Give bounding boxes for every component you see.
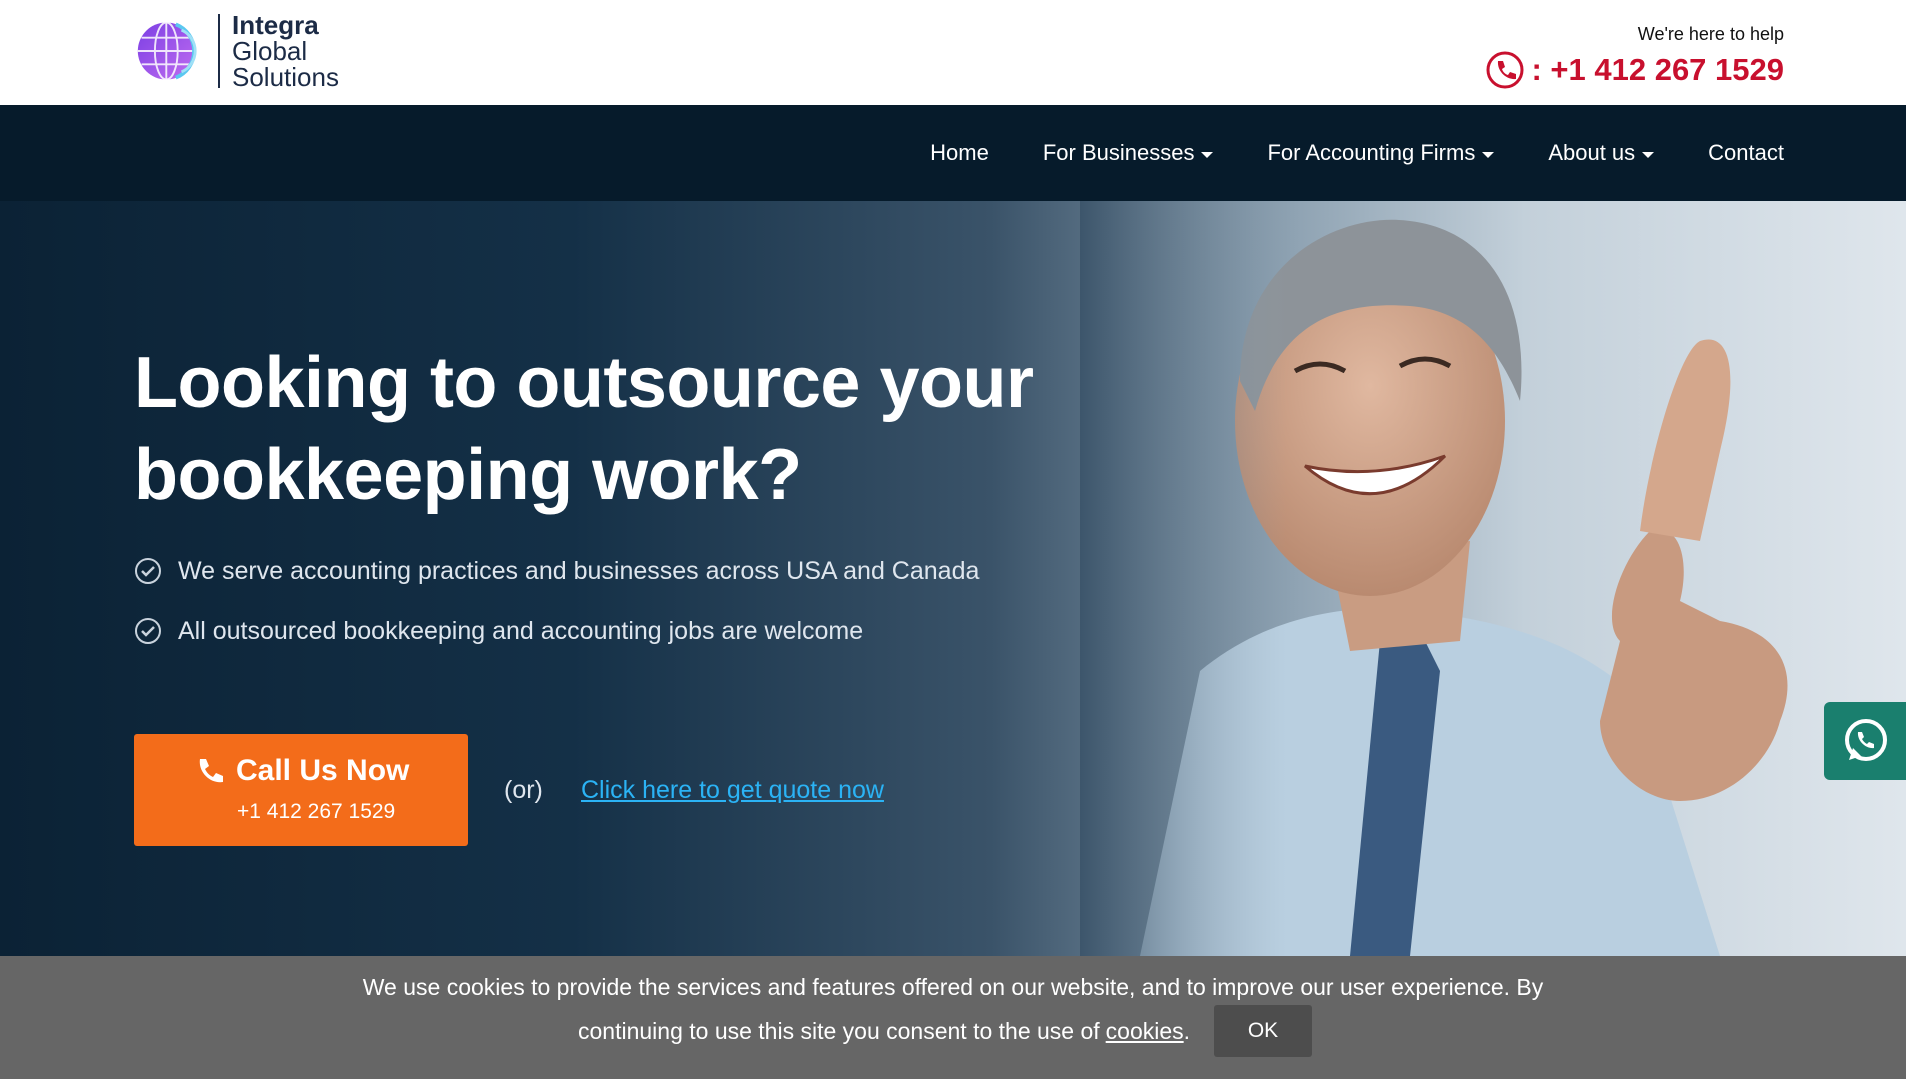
check-circle-icon xyxy=(135,558,161,584)
cta-phone-number: +1 412 267 1529 xyxy=(237,800,396,823)
cta-title-text: Call Us Now xyxy=(236,754,410,787)
main-nav: Home For Businesses For Accounting Firms… xyxy=(876,105,1784,201)
call-us-now-button[interactable]: Call Us Now +1 412 267 1529 xyxy=(134,734,468,846)
logo-line-2: Global xyxy=(232,36,308,66)
cookie-ok-button[interactable]: OK xyxy=(1214,1005,1312,1057)
phone-icon xyxy=(199,759,223,783)
logo-line-1: Integra xyxy=(232,10,319,40)
header-phone[interactable]: : +1 412 267 1529 xyxy=(1485,50,1784,90)
cookies-link[interactable]: cookies xyxy=(1106,1018,1184,1045)
hero-bullets: We serve accounting practices and busine… xyxy=(134,541,979,661)
hero-section: Looking to outsource your bookkeeping wo… xyxy=(0,201,1906,956)
hero-businessman-image xyxy=(1080,201,1906,956)
caret-down-icon xyxy=(1482,151,1495,158)
whatsapp-icon xyxy=(1845,719,1887,761)
cookie-banner: We use cookies to provide the services a… xyxy=(0,956,1906,1079)
whatsapp-button[interactable] xyxy=(1824,702,1906,780)
nav-for-accounting-firms-label: For Accounting Firms xyxy=(1267,140,1476,165)
cookie-text-line-2: continuing to use this site you consent … xyxy=(578,1018,1190,1045)
hero-title-line-1: Looking to outsource your xyxy=(134,343,1034,423)
nav-about-us-label: About us xyxy=(1548,140,1636,165)
nav-contact-label: Contact xyxy=(1708,140,1784,165)
caret-down-icon xyxy=(1642,151,1655,158)
logo-text: Integra Global Solutions xyxy=(232,12,339,90)
cta-title: Call Us Now xyxy=(194,754,409,788)
logo-divider xyxy=(218,14,220,88)
nav-contact[interactable]: Contact xyxy=(1708,140,1784,166)
nav-about-us[interactable]: About us xyxy=(1548,140,1655,166)
globe-logo-icon xyxy=(137,21,197,81)
help-text: We're here to help xyxy=(1637,24,1784,44)
cookie-text-line-1: We use cookies to provide the services a… xyxy=(362,974,1544,1000)
bullet-text: We serve accounting practices and busine… xyxy=(178,556,980,585)
nav-home-label: Home xyxy=(930,140,989,165)
nav-home[interactable]: Home xyxy=(930,140,989,166)
list-item: We serve accounting practices and busine… xyxy=(134,541,979,601)
list-item: All outsourced bookkeeping and accountin… xyxy=(134,601,979,661)
get-quote-link[interactable]: Click here to get quote now xyxy=(581,776,884,805)
cookie-period: . xyxy=(1183,1018,1191,1044)
nav-for-businesses-label: For Businesses xyxy=(1042,140,1195,165)
header-phone-number: : +1 412 267 1529 xyxy=(1531,52,1784,87)
or-text: (or) xyxy=(504,776,543,804)
nav-for-businesses[interactable]: For Businesses xyxy=(1043,140,1214,166)
caret-down-icon xyxy=(1201,151,1214,158)
nav-for-accounting-firms[interactable]: For Accounting Firms xyxy=(1267,140,1495,166)
bullet-text: All outsourced bookkeeping and accountin… xyxy=(178,616,864,645)
logo[interactable]: Integra Global Solutions xyxy=(134,10,339,92)
cookie-text: continuing to use this site you consent … xyxy=(578,1018,1100,1044)
hero-title-line-2: bookkeeping work? xyxy=(134,435,802,515)
phone-circle-icon xyxy=(1486,51,1524,89)
main-navbar: Home For Businesses For Accounting Firms… xyxy=(0,105,1906,201)
top-header: Integra Global Solutions We're here to h… xyxy=(0,0,1906,105)
logo-line-3: Solutions xyxy=(232,62,339,92)
check-circle-icon xyxy=(135,618,161,644)
hero-title: Looking to outsource your bookkeeping wo… xyxy=(134,337,1094,521)
